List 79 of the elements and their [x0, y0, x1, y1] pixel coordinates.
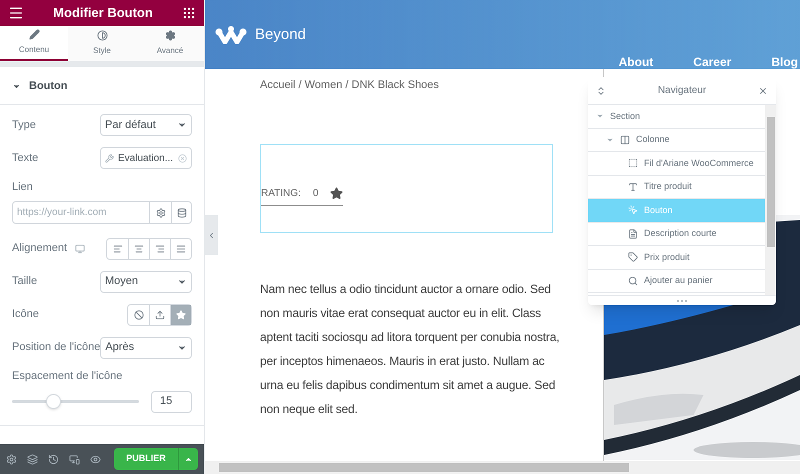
tag-icon — [628, 252, 638, 262]
link-options-button[interactable] — [150, 201, 171, 224]
pencil-icon — [28, 29, 40, 40]
navigator-title: Navigateur — [658, 84, 706, 98]
control-label: Lien — [12, 180, 34, 195]
contrast-icon — [96, 30, 108, 42]
item-label: Titre produit — [644, 180, 692, 193]
star-icon — [176, 310, 186, 320]
caret-icon — [12, 82, 21, 91]
control-label: Type — [12, 118, 36, 133]
slider[interactable] — [12, 393, 139, 410]
vertical-scrollbar[interactable] — [765, 105, 776, 295]
panel-title: Modifier Bouton — [53, 4, 153, 22]
preview-icon[interactable] — [90, 454, 101, 465]
brand-name: Beyond — [255, 25, 306, 45]
gear-icon — [164, 30, 176, 42]
rating-label: RATING: — [261, 187, 301, 201]
star-icon — [330, 187, 344, 200]
icon-option[interactable] — [170, 304, 191, 325]
align-justify-icon — [176, 244, 186, 254]
align-left-icon — [112, 244, 122, 254]
horizontal-scrollbar[interactable] — [205, 461, 800, 474]
document-icon — [628, 228, 638, 239]
magnifier-icon — [628, 276, 638, 286]
database-icon — [176, 208, 186, 218]
control-label: Espacement de l'icône — [12, 369, 124, 384]
align-right-icon — [155, 244, 165, 254]
control-label: Texte — [12, 150, 38, 166]
settings-icon — [156, 208, 166, 218]
dynamic-tags-button[interactable] — [171, 201, 192, 224]
chevron-left-icon — [207, 230, 216, 240]
item-label: Fil d'Ariane WooCommerce — [644, 156, 754, 170]
item-label: Description courte — [644, 227, 717, 240]
dynamic-field[interactable]: Evaluation... — [100, 147, 192, 170]
section-header[interactable]: Bouton — [0, 69, 204, 105]
collapse-all-icon[interactable] — [596, 86, 606, 96]
select-field[interactable]: Après — [100, 336, 192, 359]
history-icon[interactable] — [48, 454, 59, 465]
breadcrumb: Accueil / Women / DNK Black Shoes — [260, 78, 439, 93]
url-field[interactable]: https://your-link.com — [12, 201, 150, 224]
columns-icon — [620, 134, 630, 145]
publish-button[interactable]: PUBLIER — [114, 448, 178, 470]
nav-link[interactable]: Blog — [771, 52, 798, 70]
item-label: Section — [610, 110, 640, 122]
nav-link[interactable]: Career — [693, 52, 732, 70]
control-label: Alignement — [12, 241, 68, 256]
item-label: Prix produit — [644, 250, 690, 264]
align-center-icon — [134, 244, 144, 254]
control-label: Taille — [12, 274, 38, 290]
none-icon — [134, 310, 144, 320]
product-description: Nam nec tellus a odio tincidunt auctor a ornare odio. Sed non mauris vitae erat consequat auctor eu in elit. Class aptent taciti sociosqu ad litora torquent per conubia nostra, per inceptos himenaeos. Mauris in erat justo. Nullam ac urna eu felis dapibus condimentum sit amet a augue. Sed non neque elit sed. — [260, 280, 560, 418]
grid-icon[interactable] — [182, 6, 196, 20]
wrench-icon — [105, 154, 114, 163]
publish-options-button[interactable] — [178, 448, 198, 470]
close-icon[interactable] — [758, 86, 768, 96]
panel-tab[interactable]: Style — [68, 26, 136, 62]
text-icon — [628, 182, 638, 192]
dashed-square-icon — [628, 158, 638, 168]
panel-tab[interactable]: Avancé — [136, 26, 204, 62]
item-label: Ajouter au panier — [644, 274, 713, 287]
slider-thumb[interactable] — [46, 394, 61, 410]
responsive-icon[interactable] — [69, 454, 80, 465]
nav-link[interactable]: About — [618, 52, 654, 70]
pointer-icon — [628, 205, 638, 216]
desktop-icon[interactable] — [75, 244, 86, 254]
item-label: Bouton — [644, 204, 673, 216]
upload-icon — [155, 310, 165, 320]
number-field[interactable]: 15 — [151, 390, 192, 413]
control-label: Position de l'icône — [12, 340, 100, 356]
item-label: Colonne — [636, 133, 670, 146]
layers-icon[interactable] — [27, 454, 38, 465]
rating-value: 0 — [312, 187, 318, 201]
control-label: Icône — [12, 307, 39, 322]
settings-icon[interactable] — [6, 454, 17, 465]
clear-icon[interactable] — [178, 154, 187, 163]
logo-icon — [215, 26, 247, 44]
menu-icon[interactable] — [8, 5, 24, 21]
select-field[interactable]: Moyen — [100, 270, 192, 293]
select-field[interactable]: Par défaut — [100, 114, 192, 136]
